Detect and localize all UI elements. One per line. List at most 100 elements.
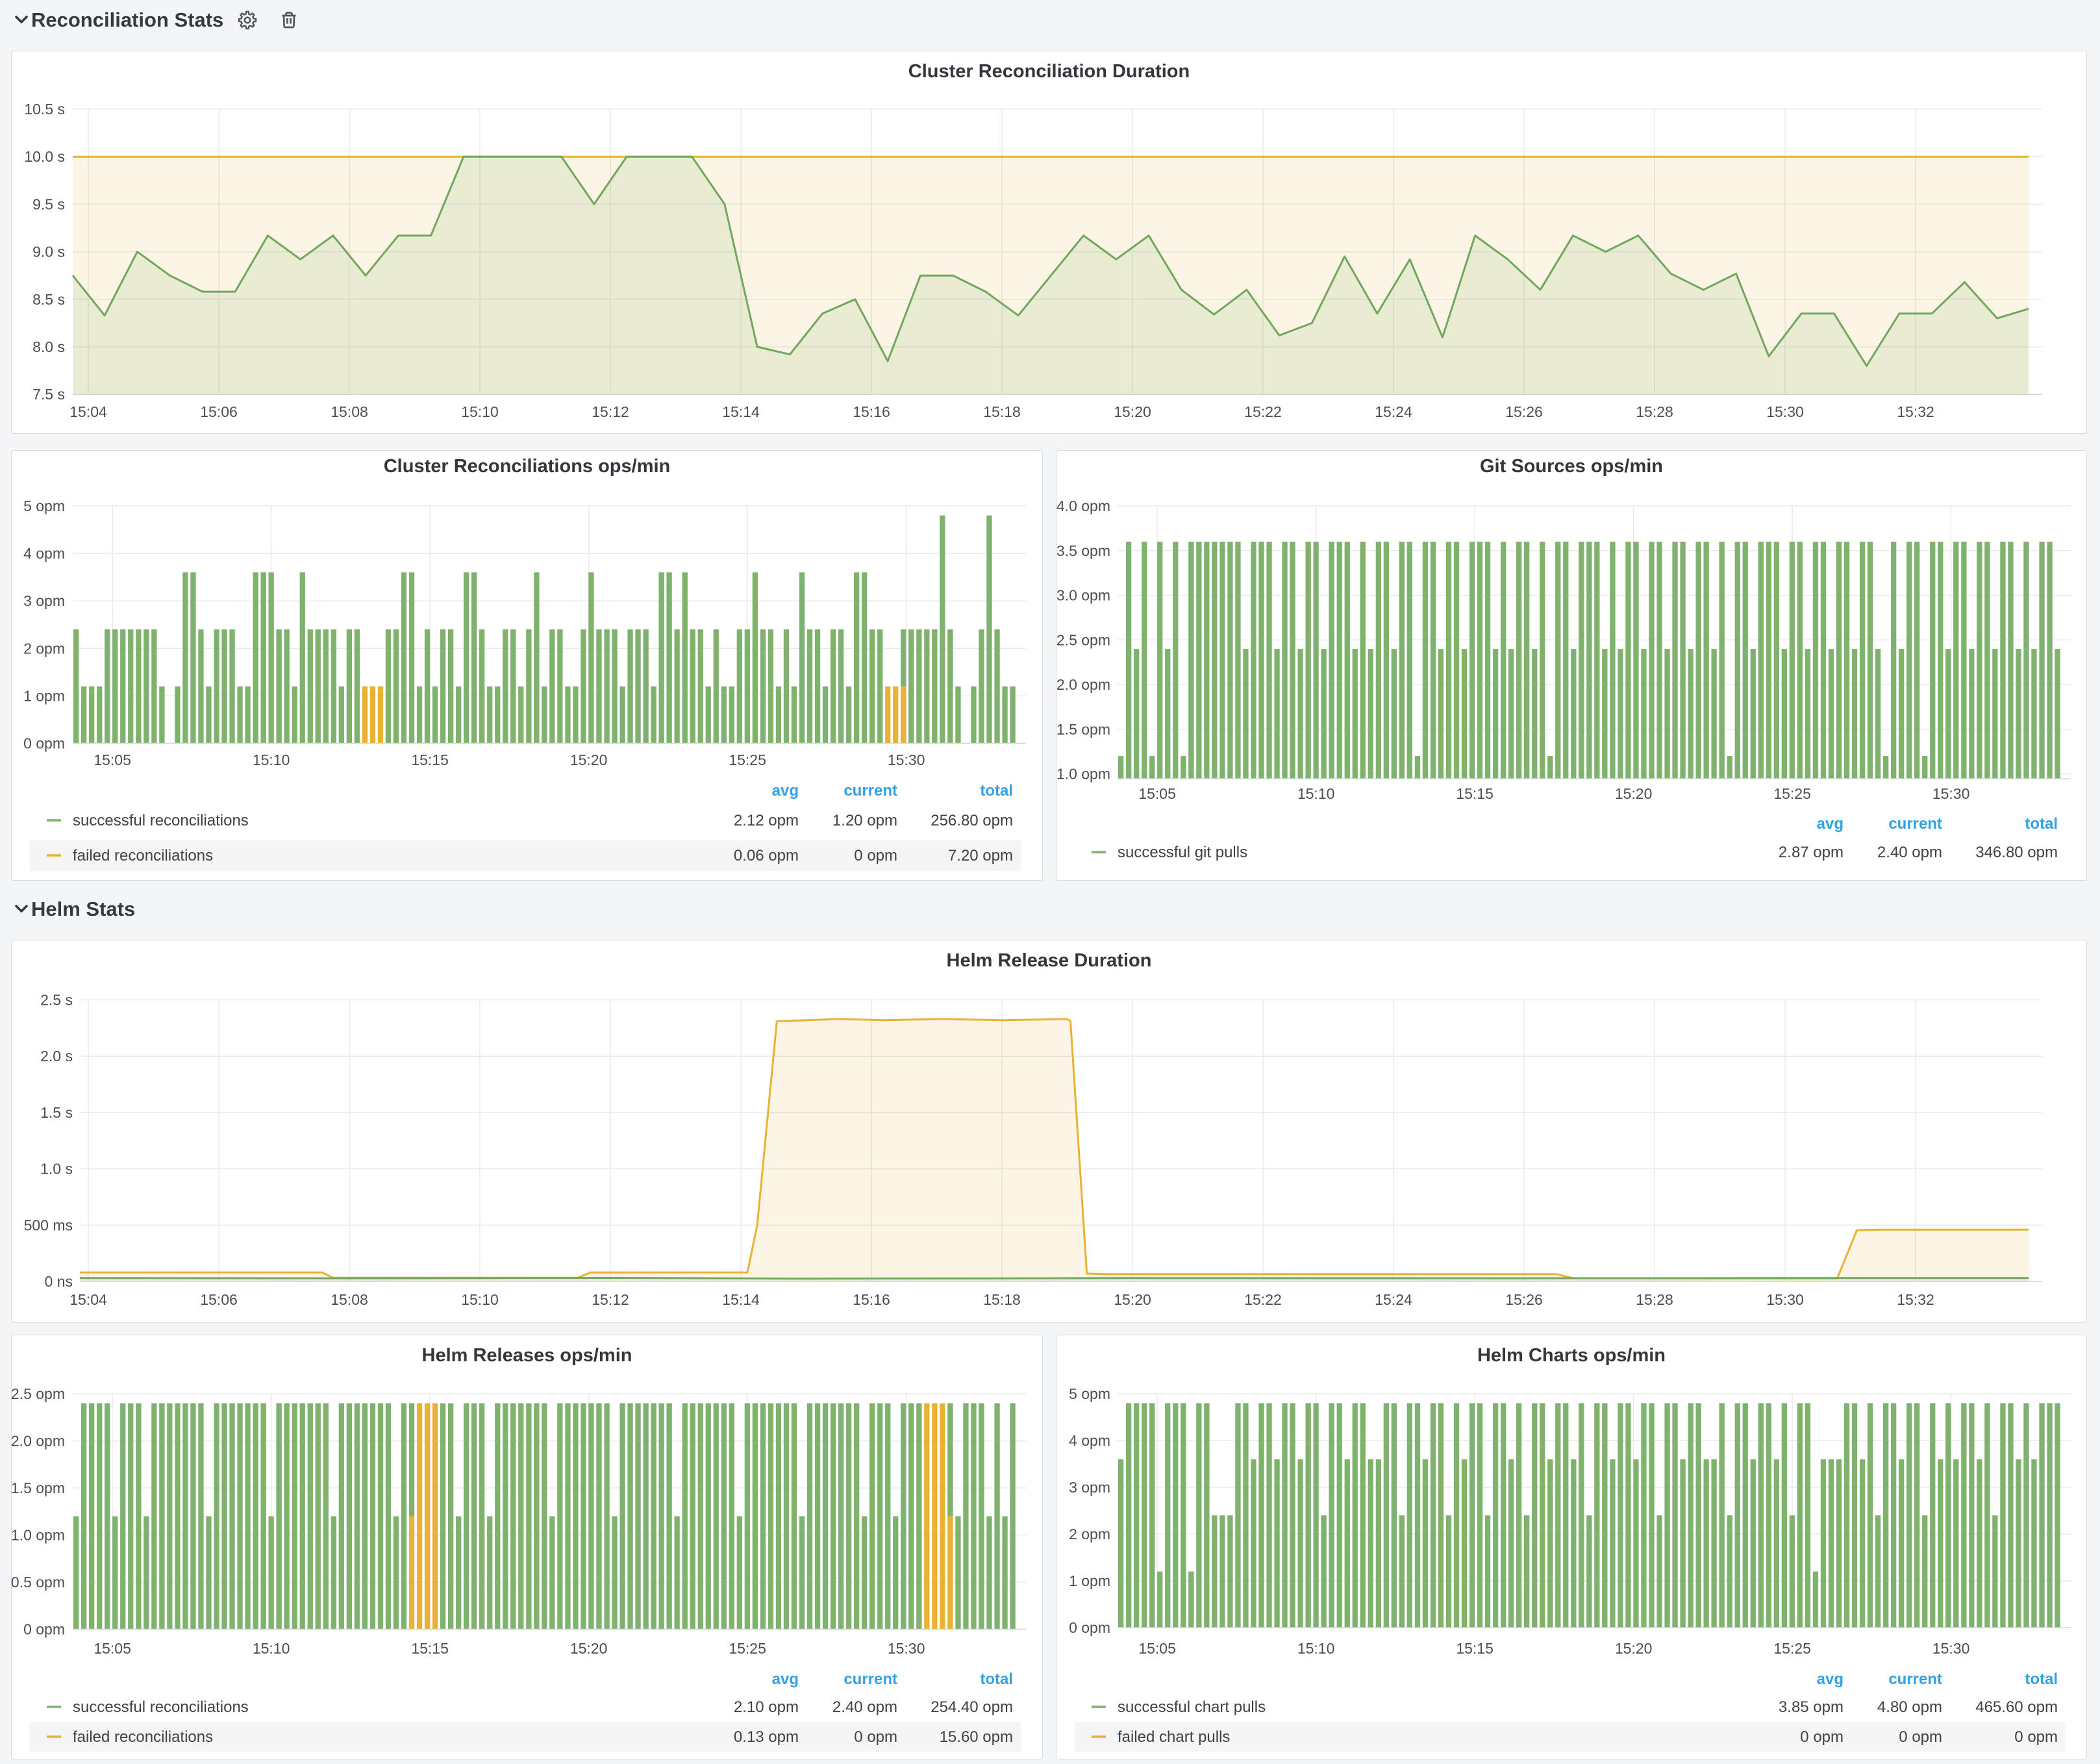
svg-text:1.20 opm: 1.20 opm [832, 812, 897, 829]
svg-text:15:24: 15:24 [1375, 1291, 1412, 1308]
svg-text:0 opm: 0 opm [2014, 1728, 2058, 1746]
svg-text:9.5 s: 9.5 s [32, 195, 65, 212]
svg-text:4.80 opm: 4.80 opm [1877, 1698, 1942, 1716]
svg-text:15:30: 15:30 [887, 1640, 925, 1657]
svg-text:0.06 opm: 0.06 opm [733, 847, 798, 864]
svg-text:failed reconciliations: failed reconciliations [73, 847, 213, 864]
svg-text:15:30: 15:30 [1932, 785, 1969, 802]
svg-text:256.80 opm: 256.80 opm [931, 812, 1013, 829]
svg-text:total: total [980, 1670, 1013, 1688]
svg-text:0 opm: 0 opm [1800, 1728, 1844, 1746]
svg-text:1.5 opm: 1.5 opm [1056, 720, 1110, 737]
svg-text:2.40 opm: 2.40 opm [832, 1698, 897, 1716]
svg-text:15:05: 15:05 [94, 1640, 131, 1657]
svg-text:1.5 s: 1.5 s [40, 1103, 73, 1120]
svg-text:3 opm: 3 opm [1069, 1479, 1110, 1496]
svg-text:15:30: 15:30 [887, 751, 925, 768]
svg-text:15:15: 15:15 [1456, 1640, 1494, 1657]
svg-text:15:25: 15:25 [729, 751, 766, 768]
svg-text:5 opm: 5 opm [23, 498, 65, 514]
svg-text:3 opm: 3 opm [23, 592, 65, 609]
svg-text:500 ms: 500 ms [23, 1216, 72, 1233]
svg-text:15:15: 15:15 [411, 751, 449, 768]
svg-text:15:20: 15:20 [1614, 785, 1652, 802]
svg-text:0 opm: 0 opm [1069, 1619, 1110, 1636]
svg-text:0.5 opm: 0.5 opm [11, 1574, 65, 1591]
svg-text:1.0 s: 1.0 s [40, 1160, 73, 1177]
svg-text:10.5 s: 10.5 s [24, 101, 65, 118]
svg-text:4 opm: 4 opm [23, 545, 65, 562]
svg-text:2.0 opm: 2.0 opm [11, 1432, 65, 1449]
svg-text:successful reconciliations: successful reconciliations [73, 812, 249, 829]
svg-text:2.5 opm: 2.5 opm [1056, 631, 1110, 648]
svg-text:1.0 opm: 1.0 opm [11, 1526, 65, 1543]
svg-text:15:25: 15:25 [1773, 1640, 1811, 1657]
svg-text:1 opm: 1 opm [23, 687, 65, 704]
svg-text:15:25: 15:25 [1773, 785, 1811, 802]
svg-text:avg: avg [771, 1670, 798, 1688]
svg-text:15:26: 15:26 [1505, 403, 1543, 420]
svg-text:current: current [844, 782, 897, 800]
svg-text:Helm Releases ops/min: Helm Releases ops/min [421, 1345, 632, 1366]
svg-text:successful reconciliations: successful reconciliations [73, 1698, 249, 1716]
svg-text:2.5 s: 2.5 s [40, 991, 73, 1008]
svg-text:3.0 opm: 3.0 opm [1056, 586, 1110, 603]
svg-text:15:04: 15:04 [69, 1291, 107, 1308]
svg-text:0 opm: 0 opm [23, 735, 65, 751]
svg-text:successful git pulls: successful git pulls [1118, 844, 1247, 861]
svg-text:15:26: 15:26 [1505, 1291, 1543, 1308]
svg-text:15:24: 15:24 [1375, 403, 1412, 420]
svg-text:254.40 opm: 254.40 opm [931, 1698, 1013, 1716]
svg-text:total: total [2025, 1670, 2058, 1688]
svg-text:15:30: 15:30 [1932, 1640, 1969, 1657]
svg-text:15:10: 15:10 [252, 1640, 290, 1657]
svg-text:Git Sources ops/min: Git Sources ops/min [1480, 456, 1663, 477]
svg-text:total: total [980, 782, 1013, 800]
svg-text:avg: avg [771, 782, 798, 800]
svg-text:2.0 s: 2.0 s [40, 1048, 73, 1065]
svg-text:1.0 opm: 1.0 opm [1056, 765, 1110, 782]
svg-text:15:06: 15:06 [200, 403, 238, 420]
svg-text:15:20: 15:20 [1114, 403, 1151, 420]
svg-text:346.80 opm: 346.80 opm [1975, 844, 2058, 861]
svg-text:Helm Charts ops/min: Helm Charts ops/min [1477, 1345, 1665, 1366]
svg-text:15:14: 15:14 [722, 403, 760, 420]
svg-text:4 opm: 4 opm [1069, 1432, 1110, 1449]
svg-text:15:12: 15:12 [592, 1291, 629, 1308]
svg-text:2.0 opm: 2.0 opm [1056, 676, 1110, 693]
svg-text:15:16: 15:16 [853, 403, 890, 420]
svg-text:0 opm: 0 opm [23, 1620, 65, 1637]
svg-text:465.60 opm: 465.60 opm [1975, 1698, 2058, 1716]
svg-text:15:32: 15:32 [1897, 403, 1934, 420]
svg-text:9.0 s: 9.0 s [32, 243, 65, 260]
svg-text:1.5 opm: 1.5 opm [11, 1480, 65, 1496]
svg-text:8.5 s: 8.5 s [32, 290, 65, 307]
svg-text:15:12: 15:12 [592, 403, 629, 420]
svg-text:15:20: 15:20 [1614, 1640, 1652, 1657]
svg-text:2.87 opm: 2.87 opm [1778, 844, 1843, 861]
svg-text:0 opm: 0 opm [854, 847, 897, 864]
svg-text:15:22: 15:22 [1244, 1291, 1282, 1308]
svg-text:failed chart pulls: failed chart pulls [1118, 1728, 1230, 1746]
svg-text:current: current [844, 1670, 897, 1688]
svg-text:15:10: 15:10 [252, 751, 290, 768]
svg-text:Helm Release Duration: Helm Release Duration [946, 950, 1151, 971]
svg-text:0 opm: 0 opm [1899, 1728, 1942, 1746]
svg-text:1 opm: 1 opm [1069, 1572, 1110, 1589]
svg-text:15:30: 15:30 [1766, 1291, 1804, 1308]
svg-text:0.13 opm: 0.13 opm [733, 1728, 798, 1746]
svg-text:2.5 opm: 2.5 opm [11, 1385, 65, 1402]
svg-text:15:18: 15:18 [983, 1291, 1021, 1308]
svg-text:15:08: 15:08 [331, 403, 368, 420]
svg-text:15:15: 15:15 [411, 1640, 449, 1657]
svg-text:3.5 opm: 3.5 opm [1056, 542, 1110, 559]
svg-text:8.0 s: 8.0 s [32, 338, 65, 355]
svg-text:15:28: 15:28 [1636, 403, 1673, 420]
svg-text:15:10: 15:10 [461, 403, 499, 420]
svg-text:15:10: 15:10 [461, 1291, 499, 1308]
svg-text:15:06: 15:06 [200, 1291, 238, 1308]
svg-text:5 opm: 5 opm [1069, 1385, 1110, 1402]
svg-text:2.12 opm: 2.12 opm [733, 812, 798, 829]
svg-text:3.85 opm: 3.85 opm [1778, 1698, 1843, 1716]
svg-text:15:14: 15:14 [722, 1291, 760, 1308]
